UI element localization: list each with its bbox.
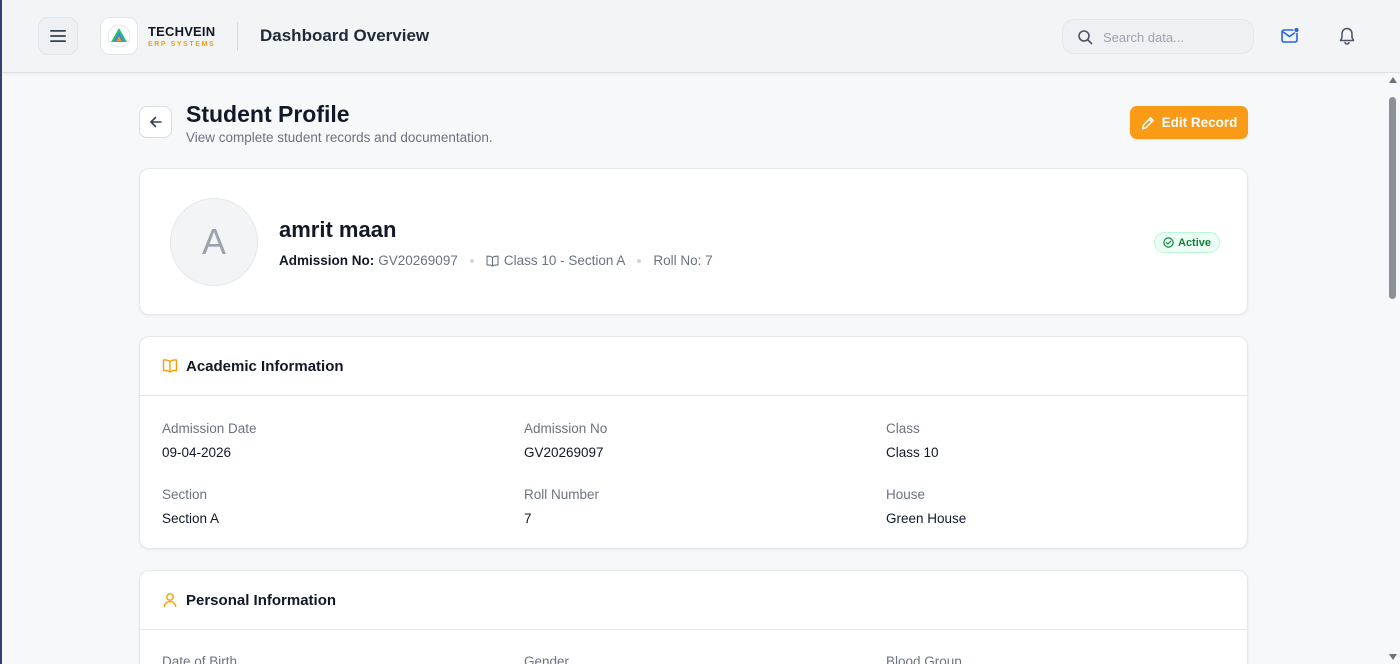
section-title: Personal Information bbox=[186, 592, 337, 609]
field-house: House Green House bbox=[886, 487, 966, 526]
brand-subtitle: ERP SYSTEMS bbox=[148, 41, 216, 48]
brand: TECHVEIN ERP SYSTEMS bbox=[148, 25, 215, 48]
section-title: Academic Information bbox=[186, 358, 344, 375]
field-date-of-birth: Date of Birth bbox=[162, 654, 237, 664]
separator-dot bbox=[469, 258, 474, 263]
field-label: Gender bbox=[524, 654, 570, 664]
mail-button[interactable] bbox=[1279, 25, 1301, 47]
section-header: Academic Information bbox=[140, 337, 1247, 396]
search-box[interactable] bbox=[1062, 19, 1254, 54]
field-class: Class Class 10 bbox=[886, 421, 939, 460]
book-open-icon bbox=[162, 359, 178, 373]
field-value: Section A bbox=[162, 511, 220, 526]
field-label: Admission Date bbox=[162, 421, 257, 436]
student-meta: Admission No: GV20269097 Class 10 - Sect… bbox=[279, 253, 713, 268]
header-divider bbox=[237, 22, 238, 51]
search-input[interactable] bbox=[1103, 28, 1243, 46]
field-value: 09-04-2026 bbox=[162, 445, 232, 460]
menu-icon bbox=[50, 30, 66, 42]
field-label: House bbox=[886, 487, 926, 502]
class-section: Class 10 - Section A bbox=[503, 253, 626, 268]
arrow-left-icon bbox=[149, 116, 162, 128]
bell-icon bbox=[1339, 27, 1355, 45]
status-badge: Active bbox=[1154, 232, 1221, 253]
scroll-up-arrow-icon[interactable] bbox=[1389, 77, 1397, 83]
profile-card: A amrit maan Admission No: GV20269097 Cl… bbox=[139, 168, 1248, 315]
personal-information-card: Personal Information Date of Birth Gende… bbox=[139, 570, 1248, 664]
field-value: GV20269097 bbox=[524, 445, 604, 460]
roll-number: Roll No: 7 bbox=[653, 253, 713, 268]
admission-number: GV20269097 bbox=[378, 253, 458, 268]
window-edge bbox=[0, 0, 2, 664]
status-label: Active bbox=[1178, 236, 1212, 249]
academic-information-card: Academic Information Admission Date 09-0… bbox=[139, 336, 1248, 549]
page-title: Student Profile bbox=[186, 101, 350, 127]
page-subtitle: View complete student records and docume… bbox=[186, 130, 493, 145]
edit-record-label: Edit Record bbox=[1161, 115, 1238, 130]
mail-icon bbox=[1281, 26, 1300, 43]
student-name: amrit maan bbox=[279, 217, 397, 242]
admission-label: Admission No: bbox=[279, 253, 375, 268]
brand-name: TECHVEIN bbox=[148, 24, 216, 39]
field-label: Admission No bbox=[524, 421, 608, 436]
field-label: Date of Birth bbox=[162, 654, 238, 664]
field-label: Roll Number bbox=[524, 487, 600, 502]
search-icon bbox=[1078, 30, 1093, 45]
field-value: 7 bbox=[524, 511, 532, 526]
field-label: Class bbox=[886, 421, 920, 436]
edit-record-button[interactable]: Edit Record bbox=[1130, 106, 1248, 139]
field-label: Section bbox=[162, 487, 208, 502]
page-scrollbar[interactable] bbox=[1385, 73, 1400, 664]
field-admission-no: Admission No GV20269097 bbox=[524, 421, 607, 460]
avatar: A bbox=[170, 198, 258, 286]
user-icon bbox=[163, 593, 177, 608]
page-heading: Dashboard Overview bbox=[260, 26, 430, 45]
field-admission-date: Admission Date 09-04-2026 bbox=[162, 421, 257, 460]
menu-button[interactable] bbox=[38, 17, 78, 55]
scroll-thumb[interactable] bbox=[1389, 97, 1396, 299]
field-roll-number: Roll Number 7 bbox=[524, 487, 599, 526]
field-value: Class 10 bbox=[886, 445, 939, 460]
pencil-icon bbox=[1141, 116, 1154, 129]
notification-button[interactable] bbox=[1336, 25, 1358, 47]
section-header: Personal Information bbox=[140, 571, 1247, 630]
field-value: Green House bbox=[886, 511, 967, 526]
book-icon bbox=[486, 255, 499, 267]
logo-icon bbox=[107, 24, 131, 48]
separator-dot bbox=[637, 258, 642, 263]
field-section: Section Section A bbox=[162, 487, 219, 526]
field-label: Blood Group bbox=[886, 654, 962, 664]
field-blood-group: Blood Group bbox=[886, 654, 962, 664]
top-bar: TECHVEIN ERP SYSTEMS Dashboard Overview bbox=[2, 0, 1400, 73]
logo[interactable] bbox=[100, 17, 138, 55]
field-gender: Gender bbox=[524, 654, 569, 664]
scroll-down-arrow-icon[interactable] bbox=[1389, 654, 1397, 660]
check-circle-icon bbox=[1163, 237, 1174, 248]
back-button[interactable] bbox=[139, 106, 172, 138]
